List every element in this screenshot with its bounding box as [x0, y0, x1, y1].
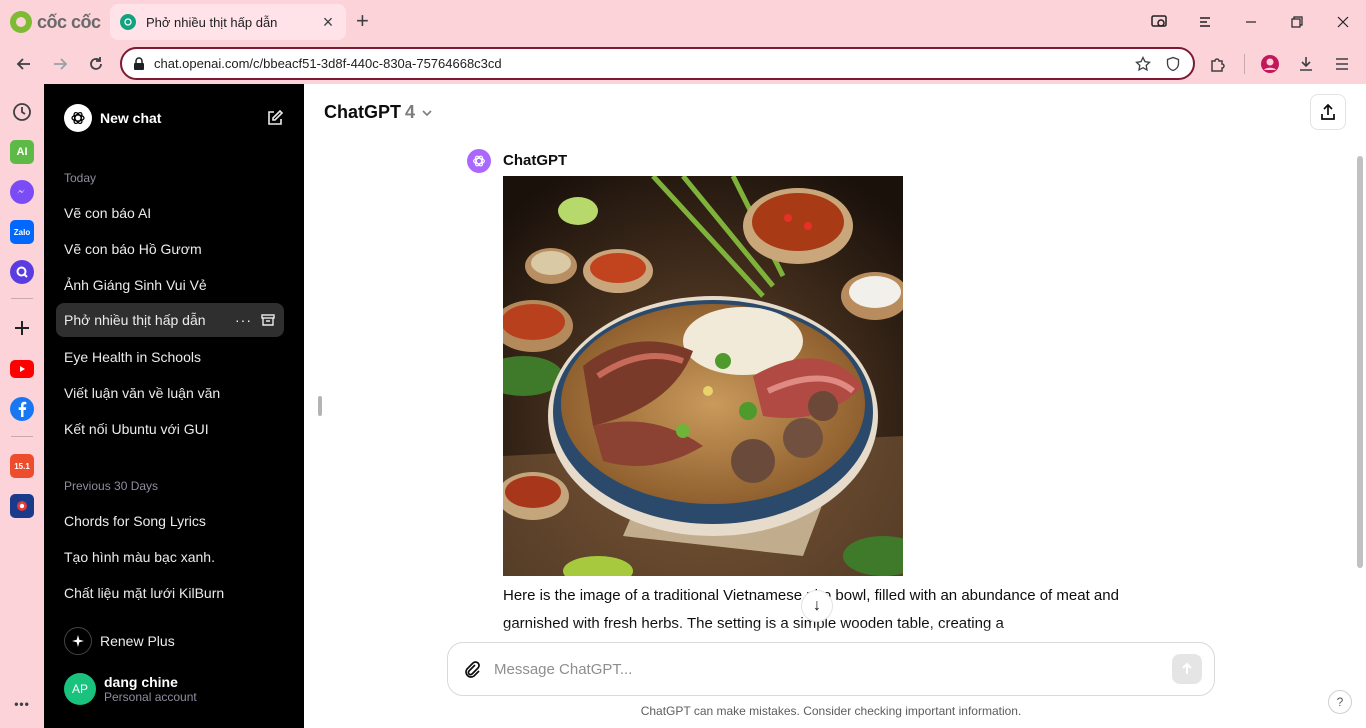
user-name: dang chine [104, 674, 178, 690]
model-selector[interactable]: ChatGPT 4 [324, 102, 433, 123]
scroll-down-button[interactable]: ↓ [801, 590, 833, 622]
download-icon[interactable] [1294, 52, 1318, 76]
message-composer [447, 642, 1215, 696]
close-window-icon[interactable] [1331, 10, 1355, 34]
restore-icon[interactable] [1285, 10, 1309, 34]
model-version: 4 [405, 102, 416, 122]
messenger-icon[interactable] [10, 180, 34, 204]
tab-close-icon[interactable]: × [320, 12, 336, 33]
paperclip-icon [465, 661, 480, 678]
disclaimer: ChatGPT can make mistakes. Consider chec… [640, 704, 1022, 718]
game-icon[interactable] [10, 494, 34, 518]
add-icon[interactable] [10, 316, 34, 340]
extensions-icon[interactable] [1206, 52, 1230, 76]
section-previous-30-days: Previous 30 Days [64, 479, 159, 493]
generated-pho-image[interactable] [503, 176, 903, 576]
browser-toolbar: chat.openai.com/c/bbeacf51-3d8f-440c-830… [0, 44, 1366, 84]
back-icon[interactable] [12, 52, 36, 76]
shield-icon[interactable] [1165, 56, 1181, 72]
bookmark-star-icon[interactable] [1135, 55, 1151, 72]
section-today: Today [64, 171, 97, 185]
sparkle-icon [64, 627, 92, 655]
screenshot-search-icon[interactable] [1147, 10, 1171, 34]
coccoc-logo[interactable]: cốc cốc [10, 10, 101, 34]
share-icon [1321, 103, 1335, 120]
attach-button[interactable] [460, 657, 484, 681]
archive-icon[interactable] [260, 312, 276, 328]
more-options-icon[interactable]: ··· [235, 312, 252, 328]
more-icon[interactable]: ••• [10, 692, 34, 716]
address-bar[interactable]: chat.openai.com/c/bbeacf51-3d8f-440c-830… [120, 47, 1195, 80]
tab-search-icon[interactable] [1193, 10, 1217, 34]
renew-plus-button[interactable]: Renew Plus [56, 622, 284, 660]
minimize-icon[interactable] [1239, 10, 1263, 34]
browser-brand: cốc cốc [37, 11, 101, 32]
rail-divider [11, 298, 33, 299]
rail-divider [11, 436, 33, 437]
conversation-item[interactable]: Chords for Song Lyrics [56, 504, 284, 538]
conversation-item[interactable]: Kết nối Ubuntu với GUI [56, 412, 284, 446]
coccoc-logo-icon [10, 11, 32, 33]
avatar: AP [64, 673, 96, 705]
shopee-icon[interactable]: 15.1 [10, 454, 34, 478]
scrollbar[interactable] [1357, 156, 1363, 568]
message-author: ChatGPT [503, 152, 568, 169]
send-button[interactable] [1172, 654, 1202, 684]
lock-icon[interactable] [132, 56, 146, 71]
url-text[interactable]: chat.openai.com/c/bbeacf51-3d8f-440c-830… [154, 56, 1135, 71]
history-icon[interactable] [10, 100, 34, 124]
conversation-item-active[interactable]: Phở nhiều thịt hấp dẫn ··· [56, 303, 284, 337]
chevron-down-icon [422, 109, 432, 116]
tab-title: Phở nhiều thịt hấp dẫn [146, 14, 278, 30]
chatgpt-favicon-icon [120, 14, 136, 30]
openai-logo-icon [64, 104, 92, 132]
renew-plus-label: Renew Plus [100, 633, 175, 649]
reload-icon[interactable] [84, 52, 108, 76]
new-chat-label: New chat [100, 110, 162, 126]
conversation-item[interactable]: Eye Health in Schools [56, 340, 284, 374]
conversation-item[interactable]: Tạo hình màu bạc xanh. [56, 540, 284, 574]
browser-menu-icon[interactable] [1330, 52, 1354, 76]
browser-tab-bar: cốc cốc Phở nhiều thịt hấp dẫn × + [0, 0, 1366, 44]
user-account-button[interactable]: AP dang chine Personal account [56, 668, 284, 710]
new-tab-button[interactable]: + [356, 10, 369, 32]
new-chat-button[interactable]: New chat [56, 99, 292, 137]
youtube-icon[interactable] [10, 360, 34, 378]
sidebar-resize-handle[interactable] [318, 396, 322, 416]
conversation-item[interactable]: Vẽ con báo Hồ Gươm [56, 232, 284, 266]
ai-icon[interactable]: AI [10, 140, 34, 164]
forward-icon[interactable] [48, 52, 72, 76]
account-type: Personal account [104, 690, 197, 704]
browser-side-rail: AI Zalo 15.1 ••• [0, 84, 44, 728]
chat-main: ChatGPT 4 ChatGPT Here is the image of a… [304, 84, 1366, 728]
chat-sidebar: New chat Today Vẽ con báo AI Vẽ con báo … [44, 84, 304, 728]
zalo-icon[interactable]: Zalo [10, 220, 34, 244]
conversation-item[interactable]: Chất liệu mặt lưới KilBurn [56, 576, 284, 610]
message-input[interactable] [494, 660, 1172, 678]
help-button[interactable]: ? [1328, 690, 1352, 714]
search-q-icon[interactable] [10, 260, 34, 284]
profile-avatar-icon[interactable] [1258, 52, 1282, 76]
conversation-item[interactable]: Viết luận văn về luận văn [56, 376, 284, 410]
chatgpt-avatar [467, 149, 491, 173]
facebook-icon[interactable] [10, 397, 34, 421]
browser-tab-active[interactable]: Phở nhiều thịt hấp dẫn × [110, 4, 346, 40]
model-name: ChatGPT [324, 102, 402, 122]
conversation-item[interactable]: Vẽ con báo AI [56, 196, 284, 230]
arrow-up-icon [1182, 662, 1192, 674]
conversation-item[interactable]: Ảnh Giáng Sinh Vui Vẻ [56, 268, 284, 302]
toolbar-divider [1244, 54, 1245, 74]
share-button[interactable] [1310, 94, 1346, 130]
compose-icon[interactable] [266, 109, 284, 127]
